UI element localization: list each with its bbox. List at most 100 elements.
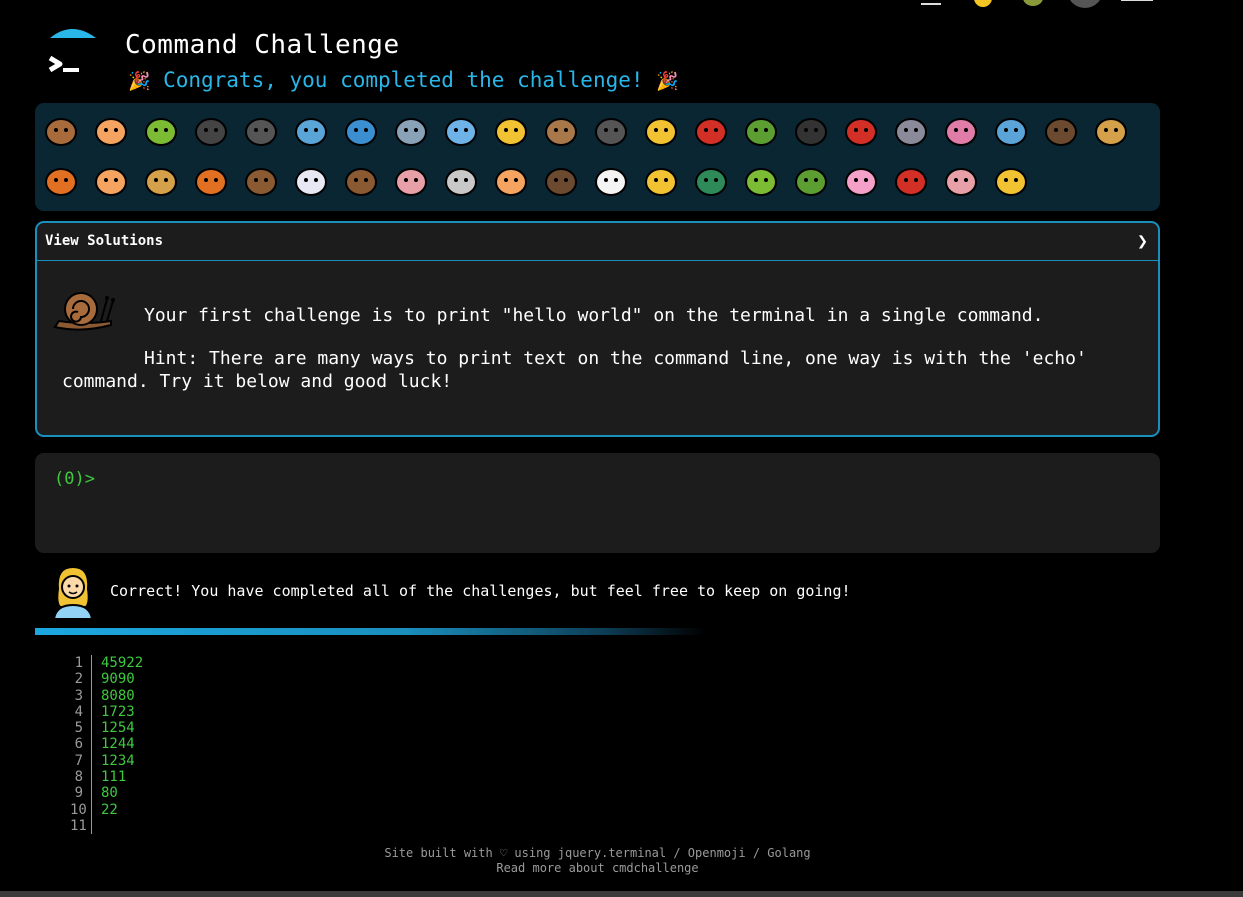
output-line: 2 9090 [70, 671, 143, 688]
scorpion-icon[interactable] [841, 110, 881, 150]
hint-text-line1: Hint: There are many ways to print text … [144, 348, 1087, 369]
output-line: 9 80 [70, 785, 143, 802]
bear-icon[interactable] [541, 160, 581, 200]
pig-icon[interactable] [391, 160, 431, 200]
line-value [92, 818, 101, 834]
blowfish-icon[interactable] [541, 110, 581, 150]
mouse-icon[interactable] [441, 160, 481, 200]
line-value: 45922 [101, 655, 144, 671]
hatching-chick-icon[interactable] [641, 160, 681, 200]
chevron-right-icon: ❯ [1137, 231, 1148, 252]
user-icon[interactable] [1065, 0, 1105, 8]
line-number: 5 [70, 720, 92, 737]
command-output: 1 45922 2 9090 3 8080 4 1723 5 1254 6 1244 7 1234 8 111… [70, 655, 144, 835]
lion-icon[interactable] [141, 160, 181, 200]
unicorn-icon[interactable] [291, 160, 331, 200]
fox-icon[interactable] [41, 160, 81, 200]
cow-icon[interactable] [341, 160, 381, 200]
menu-icon[interactable] [917, 0, 945, 8]
output-line: 8 111 [70, 769, 143, 786]
line-number: 6 [70, 736, 92, 753]
top-toolbar [905, 0, 1165, 12]
bottom-scrollbar [0, 891, 1243, 897]
snail-icon[interactable] [41, 110, 81, 150]
rose-icon[interactable] [891, 160, 931, 200]
monkey-icon[interactable] [1041, 110, 1081, 150]
result-message: Correct! You have completed all of the c… [110, 582, 851, 600]
terminal-input-area[interactable]: (0)> [35, 453, 1160, 553]
tropical-fish-icon[interactable] [491, 110, 531, 150]
line-value: 111 [101, 769, 127, 786]
hamburger-icon[interactable] [1117, 0, 1157, 8]
butterfly-icon[interactable] [91, 110, 131, 150]
party-popper-icon: 🎉 [128, 71, 151, 92]
output-line: 5 1254 [70, 720, 143, 737]
award-icon[interactable] [1019, 0, 1047, 8]
line-value: 1244 [101, 736, 135, 753]
line-number: 4 [70, 703, 92, 721]
cherry-blossom-icon[interactable] [841, 160, 881, 200]
sunflower-icon[interactable] [991, 160, 1031, 200]
output-line: 11 [70, 817, 143, 835]
frog-icon[interactable] [741, 160, 781, 200]
spider-web-icon[interactable] [241, 110, 281, 150]
line-value: 8080 [101, 687, 135, 704]
tiger-icon[interactable] [191, 160, 231, 200]
cat-icon[interactable] [91, 160, 131, 200]
party-popper-icon: 🎉 [656, 71, 679, 92]
microbe-icon[interactable] [991, 110, 1031, 150]
badge-bar [35, 103, 1160, 211]
line-value: 80 [101, 785, 118, 802]
congrats-subtitle: 🎉 Congrats, you completed the challenge!… [128, 68, 679, 92]
line-number: 10 [70, 801, 92, 818]
hibiscus-icon[interactable] [941, 160, 981, 200]
line-value: 1234 [101, 752, 135, 769]
output-line: 6 1244 [70, 736, 143, 753]
fish-icon[interactable] [441, 110, 481, 150]
line-value: 1723 [101, 703, 135, 720]
cricket-icon[interactable] [741, 110, 781, 150]
dragon-icon[interactable] [791, 160, 831, 200]
page-title: Command Challenge [125, 30, 400, 60]
footer-credits: Site built with ♡ using jquery.terminal … [384, 846, 811, 860]
bee-icon[interactable] [641, 110, 681, 150]
line-number: 3 [70, 687, 92, 704]
worm-icon[interactable] [941, 110, 981, 150]
view-solutions-toggle[interactable]: View Solutions ❯ [37, 223, 1158, 261]
panda-icon[interactable] [591, 160, 631, 200]
dolphin-icon[interactable] [341, 110, 381, 150]
shark-icon[interactable] [391, 110, 431, 150]
whale-icon[interactable] [291, 110, 331, 150]
hamster-icon[interactable] [491, 160, 531, 200]
dog-icon[interactable] [1091, 110, 1131, 150]
wolf-icon[interactable] [591, 110, 631, 150]
fly-icon[interactable] [891, 110, 931, 150]
progress-bar [35, 628, 705, 635]
woman-avatar-icon [52, 565, 94, 619]
ladybug-icon[interactable] [691, 110, 731, 150]
line-number: 9 [70, 785, 92, 802]
line-value: 9090 [101, 671, 135, 688]
snail-icon [53, 292, 115, 331]
challenge-text: Your first challenge is to print "hello … [144, 305, 1044, 326]
spider-icon[interactable] [791, 110, 831, 150]
line-value: 1254 [101, 720, 135, 737]
output-line: 3 8080 [70, 687, 143, 704]
solutions-panel: View Solutions ❯ Your first challenge is… [35, 221, 1160, 437]
line-number: 2 [70, 671, 92, 688]
output-line: 1 45922 [70, 655, 144, 672]
peacock-icon[interactable] [691, 160, 731, 200]
hint-text-line2: command. Try it below and good luck! [62, 371, 453, 392]
line-number: 1 [70, 655, 92, 672]
caterpillar-icon[interactable] [141, 110, 181, 150]
horse-icon[interactable] [241, 160, 281, 200]
trophy-icon[interactable] [969, 0, 997, 8]
line-number: 8 [70, 769, 92, 786]
terminal-logo-icon [48, 29, 96, 73]
view-solutions-label: View Solutions [45, 233, 164, 249]
footer-about-link[interactable]: Read more about cmdchallenge [0, 861, 1195, 875]
ant-icon[interactable] [191, 110, 231, 150]
output-line: 7 1234 [70, 752, 143, 770]
congrats-text: Congrats, you completed the challenge! [163, 68, 644, 92]
line-number: 11 [70, 817, 92, 835]
